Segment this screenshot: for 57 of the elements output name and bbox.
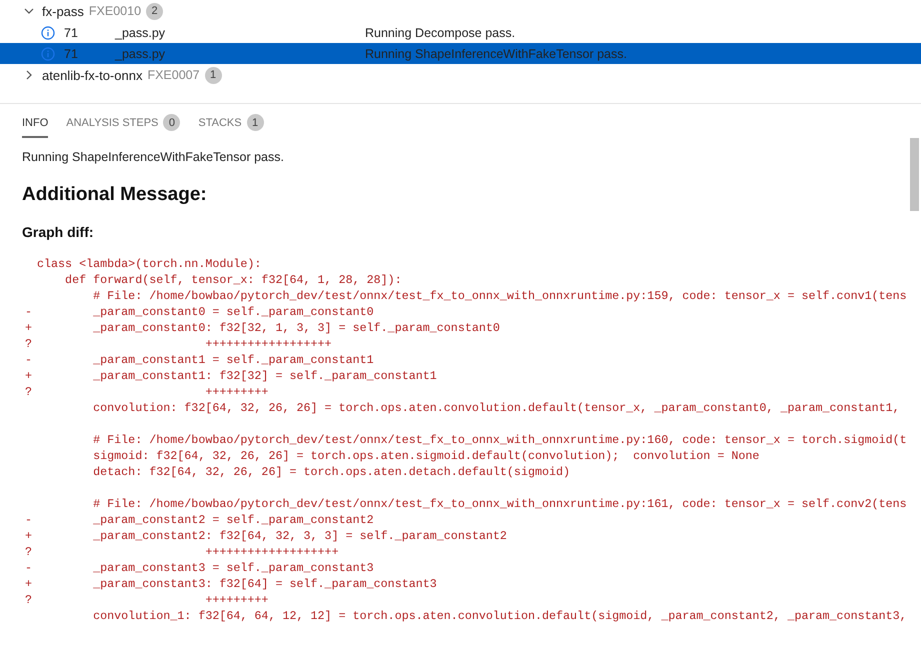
code-line: +++++++++ bbox=[204, 384, 268, 400]
result-message: Running ShapeInferenceWithFakeTensor pass. bbox=[365, 46, 627, 60]
scrollbar-thumb[interactable] bbox=[910, 138, 919, 211]
info-icon bbox=[41, 46, 55, 60]
chevron-icon[interactable] bbox=[24, 70, 34, 80]
code-line: # File: /home/bowbao/pytorch_dev/test/onnx/test_fx_to_onnx_with_onnxruntime.py:161, code: tensor_x = self.conv2(tens bbox=[92, 496, 907, 512]
section-heading: Additional Message: bbox=[22, 184, 208, 206]
count-badge: 1 bbox=[204, 66, 222, 84]
rule-name[interactable]: fx-pass bbox=[42, 4, 84, 18]
diff-marker: - bbox=[25, 304, 34, 320]
code-line: _param_constant3 = self._param_constant3 bbox=[92, 560, 374, 576]
info-icon bbox=[41, 26, 55, 40]
line-number: 71 bbox=[64, 26, 79, 40]
tab[interactable]: STACKS 1 bbox=[198, 114, 264, 138]
count-badge: 2 bbox=[146, 2, 164, 20]
code-line: convolution_1: f32[64, 64, 12, 12] = torch.ops.aten.convolution.default(sigmoid, _param_constant2, _param_constant3, bbox=[92, 608, 907, 624]
diff-marker: - bbox=[25, 352, 34, 368]
diff-marker: ? bbox=[25, 336, 34, 352]
diff-marker: + bbox=[25, 320, 34, 336]
code-line: detach: f32[64, 32, 26, 26] = torch.ops.aten.detach.default(sigmoid) bbox=[92, 464, 570, 480]
diff-marker: ? bbox=[25, 544, 34, 560]
diff-marker: + bbox=[25, 576, 34, 592]
code-line: +++++++++++++++++++ bbox=[204, 544, 339, 560]
code-line: _param_constant2: f32[64, 32, 3, 3] = self._param_constant2 bbox=[92, 528, 507, 544]
diff-marker: ? bbox=[25, 384, 34, 400]
diff-marker: + bbox=[25, 528, 34, 544]
code-line: # File: /home/bowbao/pytorch_dev/test/onnx/test_fx_to_onnx_with_onnxruntime.py:160, code: tensor_x = torch.sigmoid(t bbox=[92, 432, 907, 448]
tab[interactable]: ANALYSIS STEPS 0 bbox=[66, 114, 180, 138]
code-line: _param_constant1 = self._param_constant1 bbox=[92, 352, 374, 368]
code-line: _param_constant3: f32[64] = self._param_constant3 bbox=[92, 576, 437, 592]
rule-code: FXE0007 bbox=[147, 68, 200, 82]
code-line: _param_constant1: f32[32] = self._param_constant1 bbox=[92, 368, 437, 384]
diff-marker: + bbox=[25, 368, 34, 384]
code-line: _param_constant2 = self._param_constant2 bbox=[92, 512, 374, 528]
line-number: 71 bbox=[64, 46, 79, 60]
chevron-icon[interactable] bbox=[24, 6, 34, 16]
result-row[interactable]: 71 _pass.py Running Decompose pass. bbox=[0, 22, 921, 43]
code-line: def forward(self, tensor_x: f32[64, 1, 28, 28]): bbox=[64, 272, 402, 288]
section-subheading: Graph diff: bbox=[22, 224, 95, 240]
code-line: # File: /home/bowbao/pytorch_dev/test/onnx/test_fx_to_onnx_with_onnxruntime.py:159, code: tensor_x = self.conv1(tens bbox=[92, 288, 907, 304]
file-name: _pass.py bbox=[115, 46, 166, 60]
code-line: +++++++++ bbox=[204, 592, 268, 608]
file-name: _pass.py bbox=[115, 26, 166, 40]
code-line: convolution: f32[64, 32, 26, 26] = torch.ops.aten.convolution.default(tensor_x, _param_constant0, _param_constant1, bbox=[92, 400, 900, 416]
diff-marker: - bbox=[25, 560, 34, 576]
code-line: _param_constant0 = self._param_constant0 bbox=[92, 304, 374, 320]
code-line: sigmoid: f32[64, 32, 26, 26] = torch.ops.aten.sigmoid.default(convolution); convolution = None bbox=[92, 448, 760, 464]
diff-marker: ? bbox=[25, 592, 34, 608]
code-line: class <lambda>(torch.nn.Module): bbox=[37, 256, 262, 272]
rule-code: FXE0010 bbox=[88, 4, 142, 18]
rule-name[interactable]: atenlib-fx-to-onnx bbox=[42, 68, 142, 82]
diff-marker: - bbox=[25, 512, 34, 528]
code-line: _param_constant0: f32[32, 1, 3, 3] = self._param_constant0 bbox=[92, 320, 500, 336]
result-message: Running Decompose pass. bbox=[365, 26, 516, 40]
info-message: Running ShapeInferenceWithFakeTensor pass. bbox=[22, 150, 285, 164]
code-line: ++++++++++++++++++ bbox=[204, 336, 332, 352]
tab[interactable]: INFO bbox=[22, 114, 48, 138]
